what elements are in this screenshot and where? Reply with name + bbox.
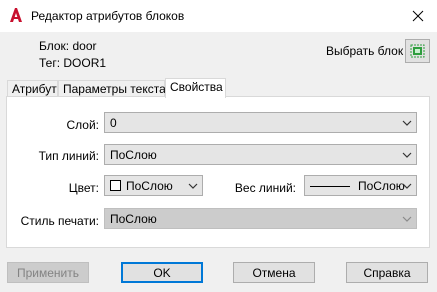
pick-block-label: Выбрать блок: [326, 44, 404, 58]
linetype-select[interactable]: ПоСлою: [104, 144, 417, 165]
tab-attribute[interactable]: Атрибут: [7, 80, 58, 97]
autocad-logo-icon: [10, 8, 22, 22]
lineweight-select[interactable]: ПоСлою: [304, 175, 417, 196]
lineweight-label: Вес линий:: [234, 181, 296, 195]
color-swatch: [110, 180, 121, 191]
select-block-icon: [410, 44, 425, 58]
chevron-down-icon: [402, 120, 412, 126]
linetype-label: Тип линий:: [38, 149, 99, 163]
close-icon[interactable]: [409, 7, 427, 25]
color-select[interactable]: ПоСлою: [104, 175, 203, 196]
tab-text-options[interactable]: Параметры текста: [58, 80, 166, 97]
lineweight-sample: [310, 186, 350, 187]
plotstyle-value: ПоСлою: [110, 212, 157, 226]
block-name-text: Блок: door: [39, 39, 97, 53]
color-value: ПоСлою: [126, 179, 173, 193]
chevron-down-icon: [402, 183, 412, 189]
layer-select[interactable]: 0: [104, 112, 417, 133]
chevron-down-icon: [402, 152, 412, 158]
tab-properties[interactable]: Свойства: [165, 78, 226, 98]
ok-button[interactable]: OK: [121, 262, 203, 283]
apply-button: Применить: [7, 262, 89, 283]
help-button[interactable]: Справка: [346, 262, 428, 283]
properties-panel: Слой: 0 Тип линий: ПоСлою Цвет: ПоСлою В…: [6, 96, 430, 248]
plotstyle-label: Стиль печати:: [20, 214, 99, 228]
plotstyle-select: ПоСлою: [104, 208, 417, 229]
linetype-value: ПоСлою: [110, 148, 157, 162]
pick-block-button[interactable]: [405, 39, 430, 63]
layer-value: 0: [110, 116, 117, 130]
chevron-down-icon: [402, 216, 412, 222]
layer-label: Слой:: [66, 118, 99, 132]
lineweight-value: ПоСлою: [358, 179, 405, 193]
chevron-down-icon: [188, 183, 198, 189]
cancel-button[interactable]: Отмена: [233, 262, 315, 283]
window-title: Редактор атрибутов блоков: [31, 9, 185, 23]
color-label: Цвет:: [68, 181, 99, 195]
tag-name-text: Тег: DOOR1: [39, 56, 107, 70]
title-bar: Редактор атрибутов блоков: [0, 0, 437, 32]
